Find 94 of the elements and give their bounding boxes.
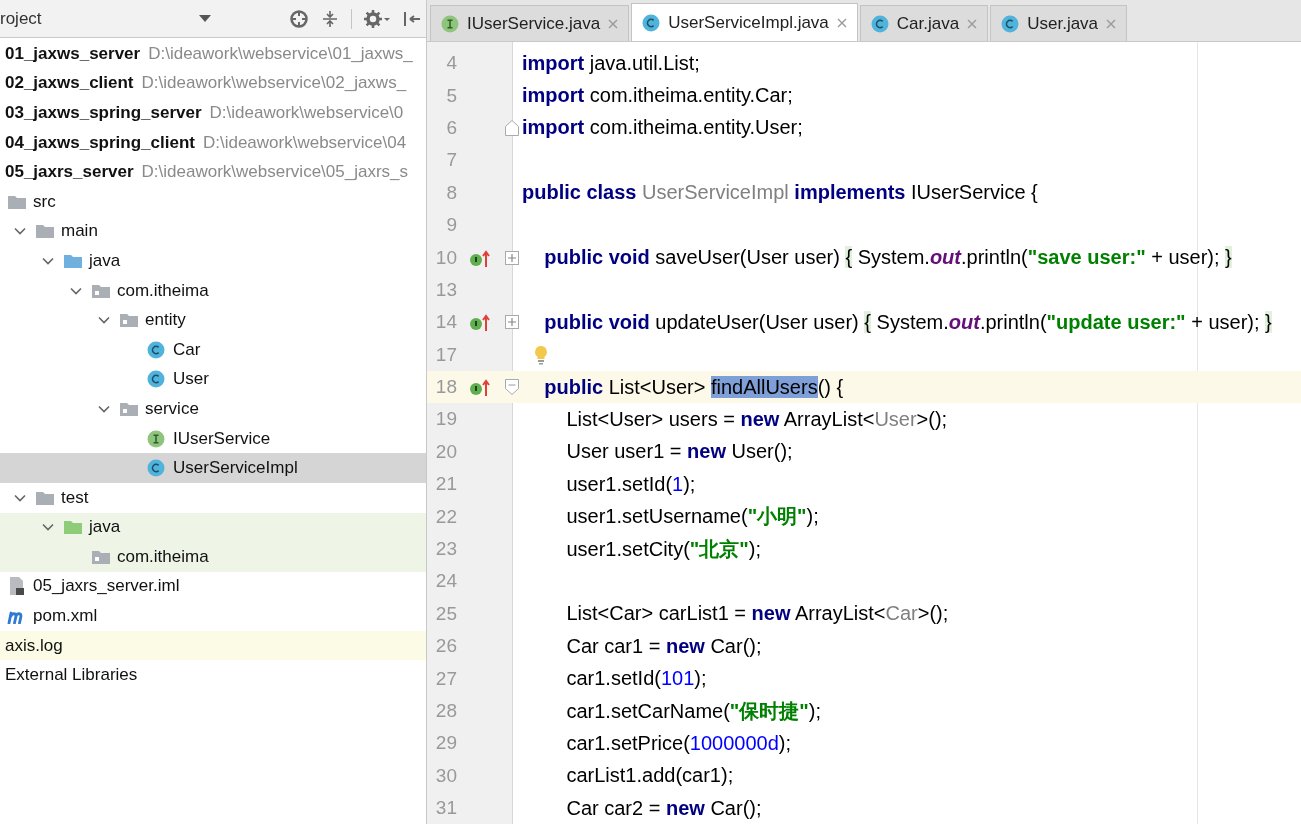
class-icon [642, 13, 661, 32]
line-number: 20 [434, 440, 457, 463]
tree-item[interactable]: 04_jaxws_spring_client D:\ideawork\webservice\04 [0, 127, 426, 158]
line-number: 8 [445, 181, 457, 204]
line-number: 30 [434, 764, 457, 787]
class-icon [147, 459, 165, 478]
tree-item[interactable]: com.itheima [0, 275, 426, 306]
line-number: 26 [434, 635, 457, 658]
package-icon [119, 400, 139, 417]
line-number: 25 [434, 602, 457, 625]
line-number: 6 [445, 116, 457, 139]
folder-icon [35, 223, 55, 240]
line-number: 19 [434, 408, 457, 431]
class-icon [147, 370, 165, 389]
close-icon[interactable] [836, 17, 847, 28]
dropdown-caret-icon[interactable] [199, 14, 211, 23]
code-line: import java.util.List; [522, 51, 700, 75]
line-number: 29 [434, 732, 457, 755]
line-number: 7 [445, 149, 457, 172]
folder-icon [7, 193, 27, 210]
code-line: public class UserServiceImpl implements IUserService { [522, 181, 1038, 205]
line-number: 23 [434, 538, 457, 561]
code-line: car1.setId(101); [565, 667, 707, 691]
tree-item[interactable]: Car [0, 334, 426, 365]
collapse-icon[interactable] [320, 8, 340, 29]
code-line: List<Car> carList1 = new ArrayList<Car>(); [565, 602, 949, 626]
tree-item[interactable]: src [0, 186, 426, 217]
tree-item[interactable]: 03_jaxws_spring_server D:\ideawork\webservice\0 [0, 98, 426, 128]
tree-item[interactable]: 02_jaxws_client D:\ideawork\webservice\02_jaxws_ [0, 68, 426, 99]
tree-item[interactable]: IUserService [0, 423, 426, 454]
code-line: import com.itheima.entity.User; [522, 116, 803, 140]
tree-item[interactable]: java [0, 246, 426, 276]
editor-tab[interactable]: IUserService.java [430, 5, 630, 41]
editor-tab[interactable]: User.java [990, 5, 1128, 41]
code-line: public void saveUser(User user) { System.out.println("save user:" + user); } [543, 246, 1232, 270]
gear-icon[interactable] [363, 8, 391, 29]
code-line: Car car1 = new Car(); [565, 634, 762, 658]
tree-item[interactable]: axis.log [0, 630, 426, 661]
tree-item[interactable]: com.itheima [0, 542, 426, 572]
target-icon[interactable] [289, 8, 309, 29]
folder-icon [35, 489, 55, 506]
line-number: 17 [434, 343, 457, 366]
line-number: 9 [445, 214, 457, 237]
line-number: 18 [434, 376, 457, 399]
folder-icon [63, 252, 83, 269]
class-icon [870, 14, 889, 33]
code-line: Car car2 = new Car(); [565, 796, 762, 820]
interface-icon [441, 14, 459, 33]
line-number: 14 [434, 311, 457, 334]
tree-item[interactable]: service [0, 394, 426, 424]
code-line: User user1 = new User(); [565, 440, 793, 464]
line-number: 21 [434, 473, 457, 496]
code-line: car1.setPrice(1000000d); [565, 731, 792, 755]
line-number: 24 [434, 570, 457, 593]
line-number: 13 [434, 278, 457, 301]
tree-item[interactable]: 01_jaxws_server D:\ideawork\webservice\01_jaxws_ [0, 39, 426, 69]
class-icon [1001, 14, 1020, 33]
code-line: user1.setUsername("小明"); [565, 504, 819, 530]
tree-item[interactable]: main [0, 216, 426, 247]
code-line: user1.setCity("北京"); [565, 536, 761, 562]
code-line: import com.itheima.entity.Car; [522, 84, 793, 108]
line-number: 28 [434, 700, 457, 722]
tree-item[interactable]: pom.xml [0, 601, 426, 631]
code-line: public List<User> findAllUsers() { [543, 375, 844, 399]
tree-item[interactable]: 05_jaxrs_server.iml [0, 571, 426, 602]
code-line: car1.setCarName("保时捷"); [565, 698, 822, 724]
tree-item[interactable]: entity [0, 305, 426, 335]
module-file-icon [7, 576, 25, 597]
package-icon [119, 312, 139, 329]
line-number: 22 [434, 505, 457, 528]
line-number: 27 [434, 667, 457, 690]
tree-item[interactable]: UserServiceImpl [0, 453, 426, 483]
code-line: user1.setId(1); [565, 472, 696, 496]
tree-item[interactable]: External Libraries [0, 660, 426, 691]
class-icon [147, 340, 165, 359]
interface-icon [147, 429, 165, 448]
panel-title: roject [0, 8, 43, 29]
tree-item[interactable]: User [0, 364, 426, 395]
line-number: 4 [445, 52, 457, 75]
code-line: public void updateUser(User user) { System.out.println("update user:" + user); } [543, 310, 1272, 334]
code-line: List<User> users = new ArrayList<User>(); [565, 408, 948, 431]
package-icon [91, 548, 111, 565]
folder-icon [63, 519, 83, 536]
line-number: 31 [434, 797, 457, 820]
tree-item[interactable]: 05_jaxrs_server D:\ideawork\webservice\05_jaxrs_s [0, 157, 426, 187]
code-line: carList1.add(car1); [565, 764, 734, 788]
line-number: 5 [445, 84, 457, 107]
editor-tab[interactable]: Car.java [859, 5, 989, 41]
tree-item[interactable]: test [0, 482, 426, 513]
package-icon [91, 282, 111, 299]
editor-tab[interactable]: UserServiceImpl.java [631, 3, 858, 41]
tree-item[interactable]: java [0, 512, 426, 543]
lightbulb-icon[interactable] [533, 344, 549, 365]
line-number: 10 [434, 246, 457, 269]
